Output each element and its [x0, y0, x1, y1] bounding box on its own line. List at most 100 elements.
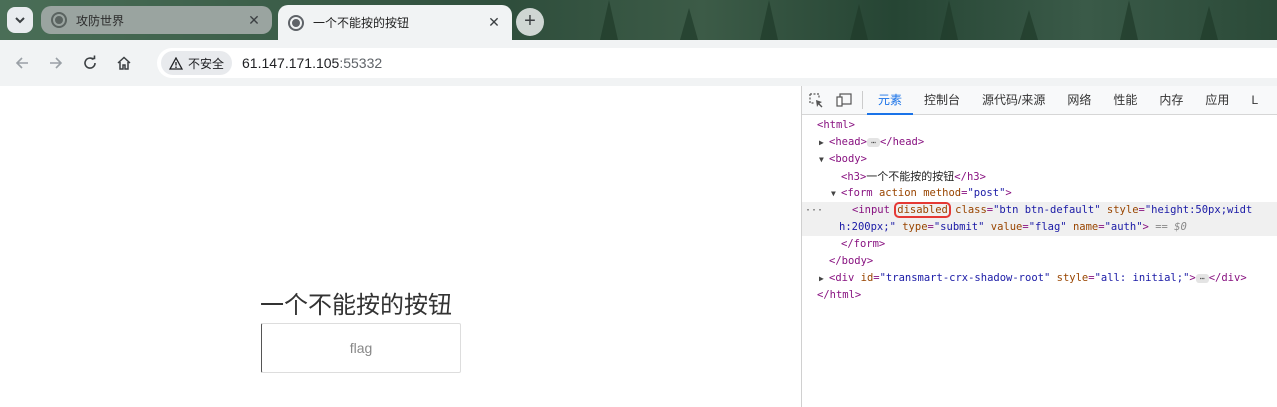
background-tree [760, 0, 778, 40]
collapse-arrow-icon[interactable]: ▼ [831, 185, 841, 202]
dom-node-html[interactable]: <html> [802, 117, 1277, 134]
page-heading: 一个不能按的按钮 [260, 292, 452, 319]
browser-toolbar: 不安全 61.147.171.105:55332 [0, 40, 1277, 86]
background-tree [940, 0, 958, 40]
tag-text: > [1005, 187, 1012, 199]
attr-value: "transmart-crx-shadow-root" [879, 272, 1051, 284]
dom-node-div[interactable]: ▶ <div id="transmart-crx-shadow-root" sty… [802, 270, 1277, 287]
background-tree [1020, 10, 1038, 40]
dom-line-input-2: h:200px;" type="submit" value="flag" nam… [839, 221, 1187, 233]
device-toolbar-button[interactable] [830, 86, 858, 115]
new-tab-button[interactable]: + [516, 8, 544, 36]
tag-text: <head> [829, 136, 867, 148]
ellipsis-icon[interactable]: ⋯ [1195, 273, 1209, 283]
expand-arrow-icon[interactable]: ▶ [819, 270, 829, 287]
security-indicator[interactable]: 不安全 [161, 51, 233, 75]
tag-text: <h3> [841, 171, 867, 183]
attr-name: class [955, 204, 987, 216]
url-host: 61.147.171.105 [242, 55, 340, 71]
tag-text: <html> [817, 119, 855, 131]
attr-value: "post" [967, 187, 1006, 199]
background-tree [600, 0, 618, 40]
attr-name: name [1072, 221, 1099, 233]
dom-node-html-close[interactable]: </html> [802, 287, 1277, 304]
inspect-element-button[interactable] [802, 86, 830, 115]
attr-value: "all: initial;" [1094, 272, 1190, 284]
tab-search-button[interactable] [7, 7, 33, 33]
reload-button[interactable] [73, 46, 107, 80]
more-options-icon[interactable]: ··· [805, 202, 823, 219]
dom-node-form-close[interactable]: </form> [802, 236, 1277, 253]
tab-title: 一个不能按的按钮 [313, 16, 410, 30]
close-icon[interactable]: ✕ [246, 12, 262, 29]
reload-icon [84, 55, 96, 69]
forward-button[interactable] [39, 46, 73, 80]
devtools-tab-overflow[interactable]: L [1240, 86, 1269, 115]
tag-text: </html> [817, 289, 862, 301]
tag-text: <input [852, 204, 890, 216]
back-button[interactable] [5, 46, 39, 80]
dom-node-form[interactable]: ▼ <form action method="post"> [802, 185, 1277, 202]
attr-value: h:200px;" [839, 221, 896, 233]
tag-text: </h3> [954, 171, 986, 183]
dom-node-body[interactable]: ▼ <body> [802, 151, 1277, 168]
collapse-arrow-icon[interactable]: ▼ [819, 151, 829, 168]
ellipsis-icon[interactable]: ⋯ [866, 137, 880, 147]
dom-node-input-selected[interactable]: ··· <input disabled class="btn btn-defau… [802, 202, 1277, 236]
security-label: 不安全 [188, 56, 225, 71]
select-element-icon [808, 92, 822, 107]
dom-tree: <html> ▶ <head> ⋯ </head> ▼ <body> <h3>一个不能按… [802, 115, 1277, 304]
background-tree [680, 8, 698, 40]
devtools-tab-elements[interactable]: 元素 [867, 86, 914, 115]
warning-icon [169, 56, 183, 70]
background-tree [1120, 0, 1138, 40]
page-viewport: 一个不能按的按钮 flag [0, 86, 801, 407]
attr-name: style [1056, 272, 1089, 284]
address-bar[interactable]: 不安全 61.147.171.105:55332 [157, 48, 1277, 78]
background-tree [1200, 6, 1218, 40]
tab-gongfang-shijie[interactable]: 攻防世界 ✕ [41, 6, 272, 34]
attr-name: value [990, 221, 1023, 233]
flag-button[interactable]: flag [261, 323, 461, 373]
attr-value: "auth" [1104, 221, 1143, 233]
dom-node-body-close[interactable]: </body> [802, 253, 1277, 270]
tag-text: > [1189, 272, 1196, 284]
globe-icon [288, 14, 304, 31]
attr-value: "btn btn-default" [993, 204, 1101, 216]
tag-text: </form> [841, 238, 886, 250]
attr-value: "height:50px;widt [1144, 204, 1253, 216]
home-icon [117, 56, 131, 70]
tag-text: <div [829, 272, 855, 284]
tag-text: </head> [879, 136, 925, 148]
devtools-tab-console[interactable]: 控制台 [913, 86, 971, 115]
tab-unpressable-button[interactable]: 一个不能按的按钮 ✕ [278, 5, 512, 40]
home-button[interactable] [107, 46, 141, 80]
selected-node-marker: == $0 [1155, 221, 1187, 233]
tag-text: </body> [829, 255, 874, 267]
attr-name: type [902, 221, 928, 233]
url-port: :55332 [339, 55, 383, 71]
tag-text: </div> [1208, 272, 1247, 284]
dom-node-h3[interactable]: <h3>一个不能按的按钮</h3> [802, 168, 1277, 185]
dom-line-input-1: <input disabled class="btn btn-default" … [852, 202, 1253, 218]
devtools-tab-sources[interactable]: 源代码/来源 [971, 86, 1056, 115]
divider [862, 91, 863, 109]
close-icon[interactable]: ✕ [486, 14, 502, 31]
disabled-attribute-highlight[interactable]: disabled [894, 202, 951, 218]
arrow-right-icon [50, 57, 63, 69]
attr-value: "submit" [933, 221, 985, 233]
tab-title: 攻防世界 [76, 13, 125, 28]
expand-arrow-icon[interactable]: ▶ [819, 134, 829, 151]
url-text[interactable]: 61.147.171.105:55332 [242, 55, 382, 71]
attr-value: "flag" [1028, 221, 1067, 233]
devtools-tab-application[interactable]: 应用 [1194, 86, 1240, 115]
devtools-tab-memory[interactable]: 内存 [1148, 86, 1194, 115]
dom-node-head[interactable]: ▶ <head> ⋯ </head> [802, 134, 1277, 151]
devtools-tab-performance[interactable]: 性能 [1102, 86, 1148, 115]
device-icon [836, 93, 852, 107]
tag-text: <form [841, 187, 873, 199]
background-tree [850, 4, 868, 40]
attr-name: action [878, 187, 917, 199]
devtools-tab-network[interactable]: 网络 [1056, 86, 1102, 115]
tag-text: <body> [829, 153, 867, 165]
